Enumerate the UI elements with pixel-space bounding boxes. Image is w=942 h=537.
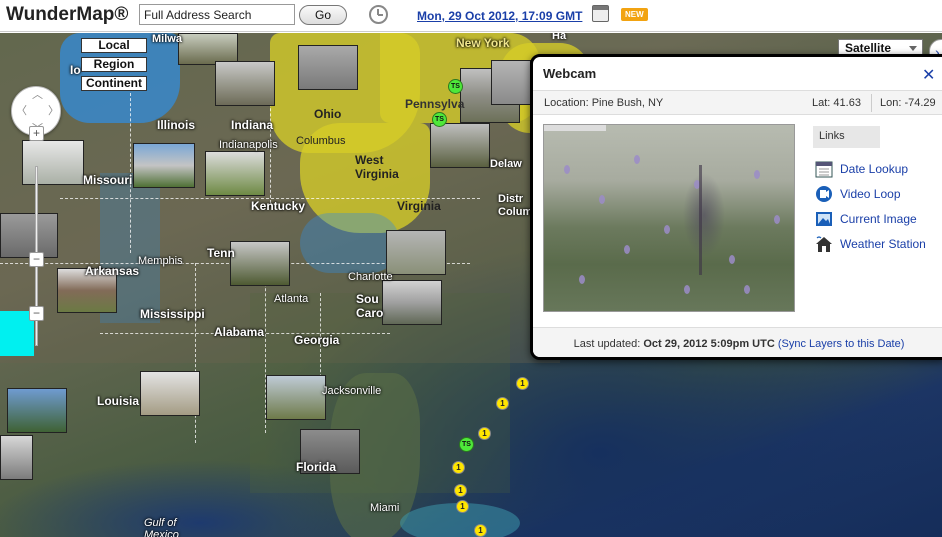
state-label: Missouri bbox=[83, 173, 133, 187]
toolbar: WunderMap® Go Mon, 29 Oct 2012, 17:09 GM… bbox=[0, 0, 942, 32]
webcam-thumbnail[interactable] bbox=[491, 60, 531, 105]
hurricane-marker[interactable]: 1 bbox=[456, 500, 469, 513]
webcam-thumbnail[interactable] bbox=[230, 241, 290, 286]
state-label: Alabama bbox=[214, 325, 265, 339]
local-scale-button[interactable]: Local bbox=[81, 38, 147, 53]
state-label: Louisia bbox=[97, 394, 140, 408]
city-label: Memphis bbox=[138, 255, 183, 267]
links-heading: Links bbox=[813, 126, 880, 148]
video-icon bbox=[816, 186, 832, 202]
hurricane-marker[interactable]: 1 bbox=[474, 524, 487, 537]
webcam-thumbnail[interactable] bbox=[140, 371, 200, 416]
state-label: West Virginia bbox=[355, 153, 399, 181]
tropical-storm-marker[interactable]: TS bbox=[459, 437, 474, 452]
location-text: Location: Pine Bush, NY bbox=[544, 97, 664, 109]
webcam-thumbnail[interactable] bbox=[22, 140, 84, 185]
hurricane-marker[interactable]: 1 bbox=[496, 397, 509, 410]
city-label: Jacksonville bbox=[322, 385, 382, 397]
clock-icon[interactable] bbox=[369, 5, 388, 24]
state-label: Distr Colum bbox=[498, 193, 533, 218]
popup-title: Webcam bbox=[543, 66, 597, 81]
zoom-level-marker[interactable]: − bbox=[29, 252, 44, 267]
state-label: New York bbox=[456, 36, 510, 50]
webcam-thumbnail[interactable] bbox=[205, 151, 265, 196]
state-label: Mississippi bbox=[140, 307, 205, 321]
hurricane-marker[interactable]: 1 bbox=[454, 484, 467, 497]
city-label: Miami bbox=[370, 502, 400, 514]
webcam-thumbnail[interactable] bbox=[0, 213, 58, 258]
popup-footer: Last updated: Oct 29, 2012 5:09pm UTC (S… bbox=[533, 327, 942, 357]
webcam-thumbnail[interactable] bbox=[133, 143, 195, 188]
state-label: Florida bbox=[296, 460, 337, 474]
last-updated-time: Oct 29, 2012 5:09pm UTC bbox=[643, 338, 775, 350]
webcam-thumbnail[interactable] bbox=[430, 123, 490, 168]
zoom-in-button[interactable]: + bbox=[29, 126, 44, 141]
house-icon bbox=[816, 236, 832, 252]
webcam-popup: Webcam ✕ Location: Pine Bush, NY Lat: 41… bbox=[530, 54, 942, 360]
webcam-image[interactable] bbox=[543, 124, 795, 312]
webcam-thumbnail[interactable] bbox=[386, 230, 446, 275]
radar-precip bbox=[300, 213, 400, 273]
new-badge: NEW bbox=[621, 8, 648, 21]
state-label: Ohio bbox=[314, 107, 342, 121]
state-label: Delaw bbox=[490, 158, 522, 170]
go-button[interactable]: Go bbox=[299, 5, 347, 25]
address-search-input[interactable] bbox=[139, 4, 295, 25]
chevron-down-icon bbox=[909, 46, 917, 51]
webcam-thumbnail[interactable] bbox=[0, 435, 33, 480]
state-label: Milwa bbox=[152, 33, 182, 45]
zoom-out-button[interactable]: − bbox=[29, 306, 44, 321]
tree-trunk bbox=[699, 165, 702, 275]
webcam-thumbnail[interactable] bbox=[298, 45, 358, 90]
state-label: Io bbox=[70, 63, 81, 77]
region-scale-button[interactable]: Region bbox=[81, 57, 147, 72]
webcam-thumbnail[interactable] bbox=[7, 388, 67, 433]
state-label: Tenn bbox=[207, 246, 235, 260]
city-label: Atlanta bbox=[274, 293, 309, 305]
state-label: Ha bbox=[552, 33, 567, 42]
webcam-thumbnail[interactable] bbox=[266, 375, 326, 420]
image-icon bbox=[816, 212, 832, 226]
city-label: Columbus bbox=[296, 135, 346, 147]
state-label: Pennsylva bbox=[405, 97, 465, 111]
location-row: Location: Pine Bush, NY Lat: 41.63 Lon: … bbox=[533, 91, 942, 115]
state-label: Indiana bbox=[231, 118, 274, 132]
webcam-thumbnail[interactable] bbox=[382, 280, 442, 325]
city-label: Gulf of Mexico bbox=[144, 517, 179, 537]
hurricane-marker[interactable]: 1 bbox=[516, 377, 529, 390]
state-label: Arkansas bbox=[85, 264, 140, 278]
state-label: Georgia bbox=[294, 333, 340, 347]
pan-left-icon[interactable]: 〈 bbox=[16, 106, 27, 117]
continent-scale-button[interactable]: Continent bbox=[81, 76, 147, 91]
map-layer-value: Satellite bbox=[845, 41, 892, 55]
tropical-storm-marker[interactable]: TS bbox=[448, 79, 463, 94]
hurricane-marker[interactable]: 1 bbox=[478, 427, 491, 440]
close-icon[interactable]: ✕ bbox=[922, 65, 935, 85]
latitude-text: Lat: 41.63 bbox=[812, 97, 861, 109]
calendar-icon[interactable] bbox=[592, 5, 609, 22]
city-label: Indianapolis bbox=[219, 139, 278, 151]
pan-up-icon[interactable]: ︿ bbox=[32, 90, 43, 101]
state-label: Virginia bbox=[397, 199, 441, 213]
state-label: Kentucky bbox=[251, 199, 306, 213]
wundermap-logo[interactable]: WunderMap® bbox=[6, 4, 128, 26]
date-time-link[interactable]: Mon, 29 Oct 2012, 17:09 GMT bbox=[417, 9, 582, 23]
sync-layers-link[interactable]: (Sync Layers to this Date) bbox=[778, 338, 905, 350]
hurricane-marker[interactable]: 1 bbox=[452, 461, 465, 474]
tropical-storm-marker[interactable]: TS bbox=[432, 112, 447, 127]
state-label: Sou Caro bbox=[356, 292, 384, 320]
longitude-text: Lon: -74.29 bbox=[880, 97, 936, 109]
state-label: Illinois bbox=[157, 118, 196, 132]
pan-right-icon[interactable]: 〉 bbox=[48, 106, 59, 117]
calendar-icon bbox=[815, 161, 833, 178]
webcam-thumbnail[interactable] bbox=[215, 61, 275, 106]
city-label: Charlotte bbox=[348, 271, 393, 283]
